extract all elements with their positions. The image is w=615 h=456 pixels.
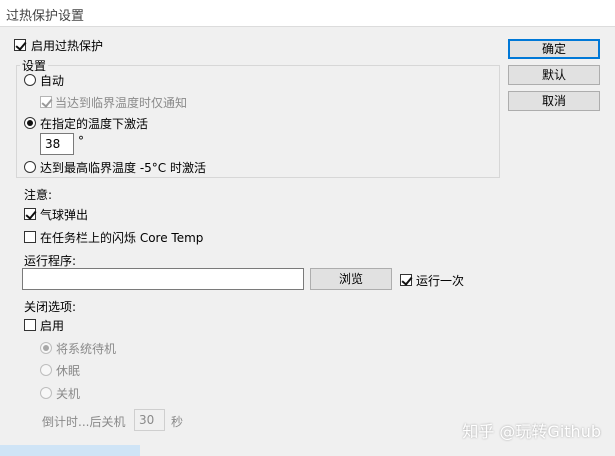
title-bar: 过热保护设置 (0, 0, 615, 27)
activate-at-max-label: 达到最高临界温度 -5°C 时激活 (40, 161, 206, 175)
enable-protection-label: 启用过热保护 (31, 39, 104, 53)
run-program-label: 运行程序: (24, 254, 77, 268)
shutdown-options-label: 关闭选项: (24, 300, 77, 314)
activate-at-temp-radio[interactable] (24, 117, 36, 129)
balloon-checkbox[interactable] (24, 208, 36, 220)
activate-at-max-radio[interactable] (24, 161, 36, 173)
activate-at-temp-label: 在指定的温度下激活 (40, 117, 149, 131)
standby-radio[interactable] (40, 342, 52, 354)
run-once-label: 运行一次 (416, 274, 465, 288)
run-program-input[interactable] (22, 268, 304, 290)
auto-radio[interactable] (24, 74, 36, 86)
window-title: 过热保护设置 (6, 9, 85, 24)
run-once-checkbox[interactable] (400, 274, 412, 286)
shutdown-enable-checkbox[interactable] (24, 319, 36, 331)
standby-label: 将系统待机 (56, 342, 117, 356)
auto-label: 自动 (40, 74, 65, 88)
ok-button[interactable]: 确定 (508, 39, 600, 59)
notify-only-checkbox[interactable] (40, 96, 52, 108)
notice-label: 注意: (24, 188, 53, 202)
power-off-label: 关机 (56, 387, 81, 401)
browse-button[interactable]: 浏览 (310, 268, 392, 290)
watermark: 知乎 @玩转Github (462, 422, 601, 441)
countdown-input[interactable] (134, 409, 165, 431)
hibernate-label: 休眠 (56, 364, 81, 378)
countdown-unit: 秒 (171, 415, 184, 429)
cancel-button[interactable]: 取消 (508, 91, 600, 111)
shutdown-enable-label: 启用 (40, 319, 65, 333)
flash-taskbar-checkbox[interactable] (24, 231, 36, 243)
default-button[interactable]: 默认 (508, 65, 600, 85)
power-off-radio[interactable] (40, 387, 52, 399)
hibernate-radio[interactable] (40, 364, 52, 376)
dialog-client: 启用过热保护 确定 默认 取消 设置 自动 当达到临界温度时仅通知 在指定的温度… (0, 27, 615, 456)
countdown-label: 倒计时...后关机 (42, 415, 126, 429)
notify-only-label: 当达到临界温度时仅通知 (55, 96, 188, 110)
temperature-input[interactable] (40, 133, 74, 155)
balloon-label: 气球弹出 (40, 208, 89, 222)
background-window-strip (0, 445, 140, 456)
temperature-unit: ° (78, 134, 84, 148)
flash-taskbar-label: 在任务栏上的闪烁 Core Temp (40, 231, 204, 245)
enable-protection-checkbox[interactable] (14, 39, 26, 51)
